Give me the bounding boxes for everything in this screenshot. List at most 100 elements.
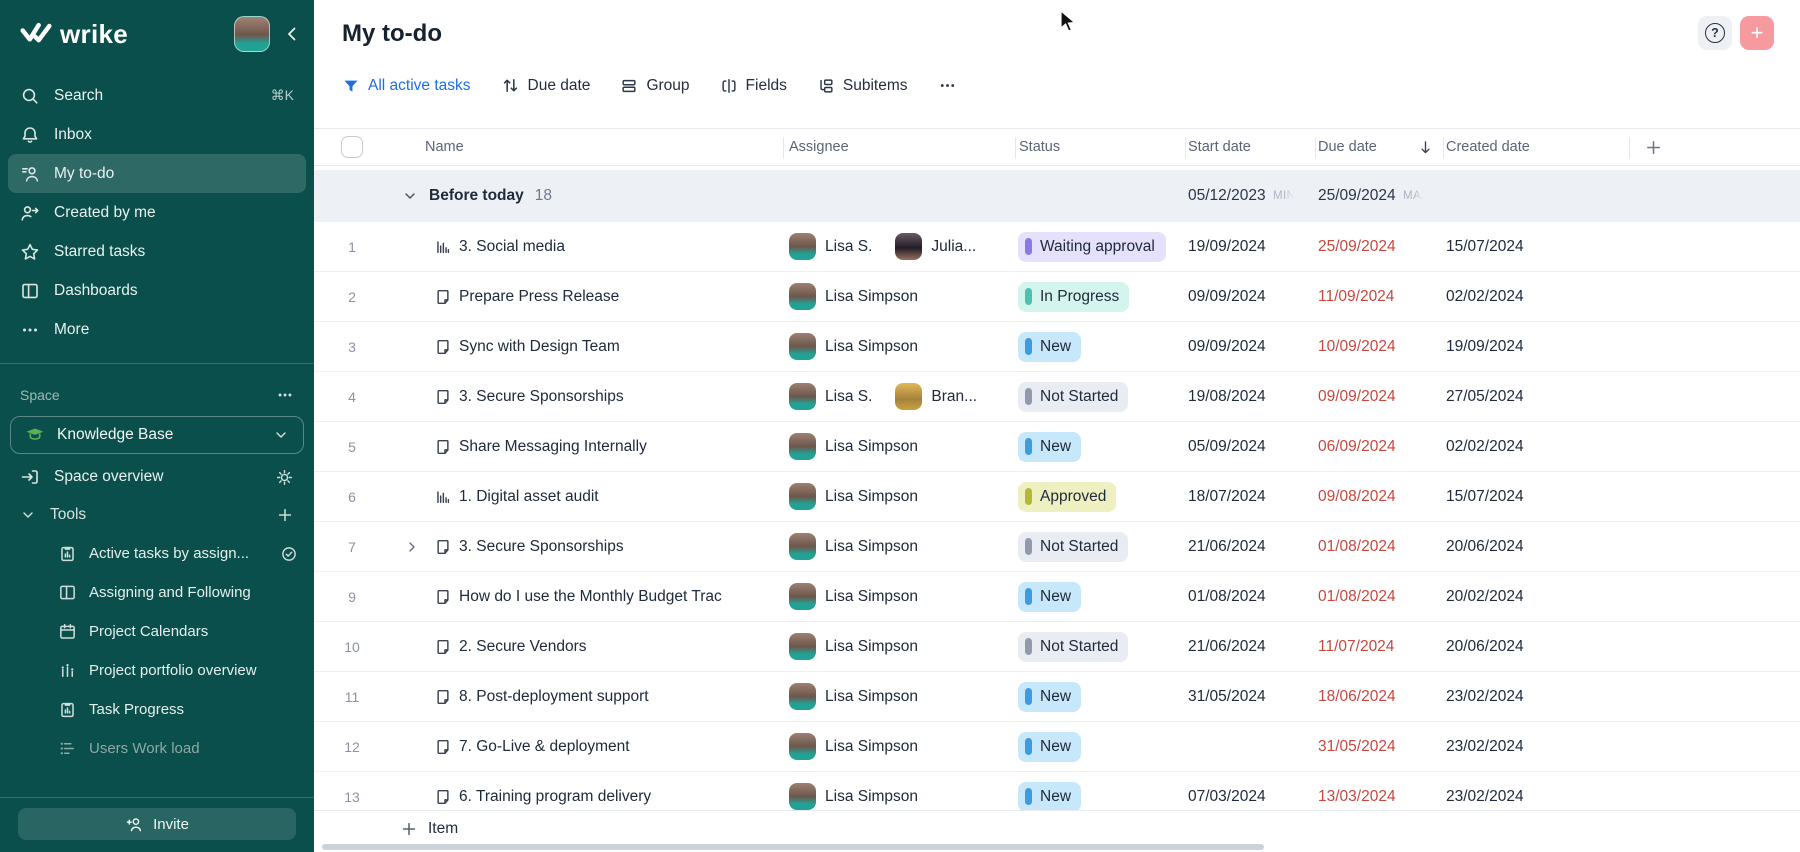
cell-due-date[interactable]: 13/03/2024 <box>1316 788 1444 806</box>
table-row[interactable]: 5Share Messaging InternallyLisa SimpsonN… <box>314 422 1800 472</box>
cell-start-date[interactable]: 19/09/2024 <box>1186 238 1316 256</box>
table-row[interactable]: 118. Post-deployment supportLisa Simpson… <box>314 672 1800 722</box>
cell-start-date[interactable]: 21/06/2024 <box>1186 538 1316 556</box>
cell-created-date[interactable]: 02/02/2024 <box>1444 438 1630 456</box>
add-column-button[interactable] <box>1630 129 1800 165</box>
cell-start-date[interactable]: 19/08/2024 <box>1186 388 1316 406</box>
cell-due-date[interactable]: 09/09/2024 <box>1316 388 1444 406</box>
table-row[interactable]: 3Sync with Design TeamLisa SimpsonNew09/… <box>314 322 1800 372</box>
status-badge[interactable]: New <box>1018 582 1081 612</box>
cell-start-date[interactable]: 09/09/2024 <box>1186 288 1316 306</box>
status-badge[interactable]: Not Started <box>1018 532 1128 562</box>
column-header-start-date[interactable]: Start date <box>1186 129 1316 165</box>
cell-created-date[interactable]: 20/06/2024 <box>1444 538 1630 556</box>
cell-assignee[interactable]: Lisa Simpson <box>784 683 1016 710</box>
wrike-logo[interactable]: wrike <box>20 19 128 50</box>
cell-due-date[interactable]: 18/06/2024 <box>1316 688 1444 706</box>
cell-assignee[interactable]: Lisa Simpson <box>784 583 1016 610</box>
sidebar-item-my-todo[interactable]: My to-do <box>8 154 306 193</box>
status-badge[interactable]: New <box>1018 432 1081 462</box>
cell-created-date[interactable]: 20/06/2024 <box>1444 638 1630 656</box>
cell-assignee[interactable]: Lisa Simpson <box>784 533 1016 560</box>
table-row[interactable]: 136. Training program deliveryLisa Simps… <box>314 772 1800 810</box>
cell-name[interactable]: 3. Secure Sponsorships <box>390 538 784 556</box>
group-row-before-today[interactable]: Before today 18 05/12/2023 MIN 25/09/202… <box>314 170 1800 222</box>
status-badge[interactable]: In Progress <box>1018 282 1129 312</box>
status-badge[interactable]: New <box>1018 682 1081 712</box>
cell-assignee[interactable]: Lisa S.Julia... <box>784 233 1016 260</box>
cell-assignee[interactable]: Lisa S.Bran... <box>784 383 1016 410</box>
add-task-button[interactable]: + <box>1740 16 1774 50</box>
column-header-assignee[interactable]: Assignee <box>784 129 1016 165</box>
chevron-down-icon[interactable] <box>402 188 418 204</box>
cell-due-date[interactable]: 01/08/2024 <box>1316 588 1444 606</box>
column-header-due-date[interactable]: Due date <box>1316 129 1444 165</box>
toolbar-more-button[interactable] <box>938 76 957 95</box>
status-badge[interactable]: New <box>1018 782 1081 811</box>
cell-created-date[interactable]: 20/02/2024 <box>1444 588 1630 606</box>
cell-due-date[interactable]: 25/09/2024 <box>1316 238 1444 256</box>
sidebar-item-dashboards[interactable]: Dashboards <box>8 271 306 310</box>
sidebar-item-more[interactable]: More <box>8 310 306 349</box>
status-badge[interactable]: New <box>1018 732 1081 762</box>
table-row[interactable]: 43. Secure SponsorshipsLisa S.Bran...Not… <box>314 372 1800 422</box>
sidebar-item-inbox[interactable]: Inbox <box>8 115 306 154</box>
cell-start-date[interactable]: 01/08/2024 <box>1186 588 1316 606</box>
cell-status[interactable]: New <box>1016 332 1186 362</box>
cell-assignee[interactable]: Lisa Simpson <box>784 483 1016 510</box>
expand-chevron-icon[interactable] <box>404 539 420 555</box>
cell-created-date[interactable]: 02/02/2024 <box>1444 288 1630 306</box>
help-button[interactable]: ? <box>1698 16 1732 50</box>
user-avatar[interactable] <box>234 16 270 52</box>
cell-due-date[interactable]: 01/08/2024 <box>1316 538 1444 556</box>
select-all-checkbox[interactable] <box>341 136 363 158</box>
tool-item-task-progress[interactable]: Task Progress <box>0 690 314 729</box>
cell-status[interactable]: New <box>1016 432 1186 462</box>
horizontal-scrollbar-thumb[interactable] <box>322 844 1264 850</box>
table-row[interactable]: 2Prepare Press ReleaseLisa SimpsonIn Pro… <box>314 272 1800 322</box>
cell-name[interactable]: 2. Secure Vendors <box>390 638 784 656</box>
ellipsis-icon[interactable] <box>276 386 294 404</box>
cell-name[interactable]: 6. Training program delivery <box>390 788 784 806</box>
cell-status[interactable]: New <box>1016 682 1186 712</box>
table-row[interactable]: 61. Digital asset auditLisa SimpsonAppro… <box>314 472 1800 522</box>
cell-status[interactable]: Not Started <box>1016 632 1186 662</box>
cell-created-date[interactable]: 19/09/2024 <box>1444 338 1630 356</box>
table-row[interactable]: 73. Secure SponsorshipsLisa SimpsonNot S… <box>314 522 1800 572</box>
cell-created-date[interactable]: 15/07/2024 <box>1444 488 1630 506</box>
cell-start-date[interactable]: 07/03/2024 <box>1186 788 1316 806</box>
cell-due-date[interactable]: 09/08/2024 <box>1316 488 1444 506</box>
space-overview-item[interactable]: Space overview <box>0 458 314 496</box>
cell-status[interactable]: New <box>1016 582 1186 612</box>
sidebar-item-created-by-me[interactable]: Created by me <box>8 193 306 232</box>
cell-created-date[interactable]: 23/02/2024 <box>1444 788 1630 806</box>
cell-status[interactable]: Not Started <box>1016 382 1186 412</box>
filter-button[interactable]: All active tasks <box>342 77 471 95</box>
cell-name[interactable]: 8. Post-deployment support <box>390 688 784 706</box>
cell-created-date[interactable]: 23/02/2024 <box>1444 738 1630 756</box>
group-button[interactable]: Group <box>620 77 689 95</box>
cell-status[interactable]: New <box>1016 782 1186 811</box>
cell-start-date[interactable]: 31/05/2024 <box>1186 688 1316 706</box>
sort-desc-icon[interactable] <box>1417 139 1434 156</box>
tool-item-active-tasks[interactable]: Active tasks by assign... <box>0 534 314 573</box>
sidebar-item-search[interactable]: Search⌘K <box>8 76 306 115</box>
cell-created-date[interactable]: 23/02/2024 <box>1444 688 1630 706</box>
cell-name[interactable]: 3. Social media <box>390 238 784 256</box>
cell-due-date[interactable]: 31/05/2024 <box>1316 738 1444 756</box>
cell-assignee[interactable]: Lisa Simpson <box>784 433 1016 460</box>
status-badge[interactable]: Not Started <box>1018 632 1128 662</box>
cell-assignee[interactable]: Lisa Simpson <box>784 333 1016 360</box>
column-header-name[interactable]: Name <box>390 129 784 165</box>
status-badge[interactable]: Approved <box>1018 482 1116 512</box>
cell-status[interactable]: In Progress <box>1016 282 1186 312</box>
tool-item-portfolio-overview[interactable]: Project portfolio overview <box>0 651 314 690</box>
cell-due-date[interactable]: 10/09/2024 <box>1316 338 1444 356</box>
subitems-button[interactable]: Subitems <box>817 77 908 95</box>
cell-assignee[interactable]: Lisa Simpson <box>784 783 1016 810</box>
cell-assignee[interactable]: Lisa Simpson <box>784 283 1016 310</box>
sidebar-collapse-button[interactable] <box>282 24 302 44</box>
tools-section-header[interactable]: Tools <box>0 496 314 534</box>
cell-status[interactable]: Waiting approval <box>1016 232 1186 262</box>
column-header-status[interactable]: Status <box>1016 129 1186 165</box>
